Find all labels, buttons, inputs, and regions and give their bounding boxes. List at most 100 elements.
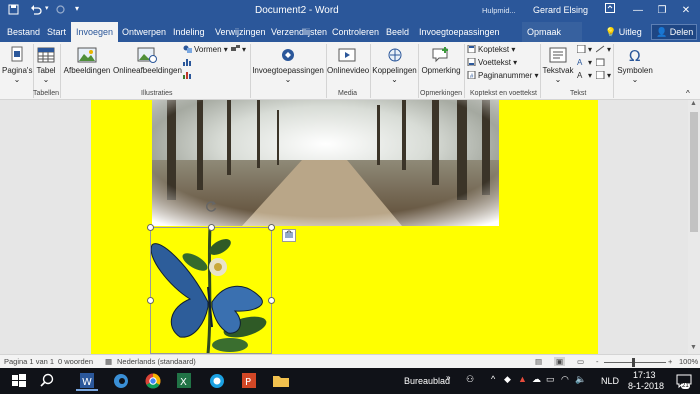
clock-time[interactable]: 17:13 bbox=[633, 370, 656, 380]
tab-invoegen[interactable]: Invoegen bbox=[71, 22, 119, 42]
edge-taskbar-icon[interactable] bbox=[110, 371, 132, 391]
zoom-in-button[interactable]: + bbox=[668, 357, 672, 366]
customize-qat-icon[interactable]: ▾ bbox=[75, 4, 79, 13]
language[interactable]: Nederlands (standaard) bbox=[117, 357, 196, 366]
zoom-level[interactable]: 100% bbox=[679, 357, 698, 366]
close-button[interactable]: ✕ bbox=[672, 0, 700, 22]
comment-button[interactable]: Opmerking bbox=[420, 46, 462, 75]
resize-handle[interactable] bbox=[147, 224, 154, 231]
table-button[interactable]: Tabel ⌄ bbox=[35, 46, 57, 84]
zoom-slider-thumb[interactable] bbox=[632, 358, 635, 367]
svg-text:A: A bbox=[577, 71, 583, 79]
pictures-button[interactable]: Afbeeldingen bbox=[62, 46, 112, 75]
header-label: Koptekst bbox=[478, 45, 510, 54]
resize-handle[interactable] bbox=[268, 224, 275, 231]
online-pictures-button[interactable]: Onlineafbeeldingen bbox=[113, 46, 182, 75]
online-video-button[interactable]: Onlinevideo bbox=[327, 46, 369, 75]
file-explorer-taskbar-icon[interactable] bbox=[270, 371, 292, 391]
wifi-icon[interactable]: ◠ bbox=[561, 374, 569, 385]
ribbon-divider bbox=[418, 44, 419, 98]
onedrive-icon[interactable]: ☁ bbox=[532, 374, 541, 385]
page-count[interactable]: Pagina 1 van 1 bbox=[4, 357, 54, 366]
scroll-up-icon[interactable]: ▲ bbox=[690, 100, 697, 107]
dropcap-button[interactable]: A ▾ bbox=[577, 71, 592, 80]
vertical-scrollbar[interactable]: ▲ ▼ bbox=[688, 100, 700, 354]
document-canvas[interactable] bbox=[0, 100, 688, 354]
tab-invoegtoepassingen[interactable]: Invoegtoepassingen bbox=[414, 22, 505, 42]
save-icon[interactable] bbox=[8, 4, 19, 18]
pages-button[interactable]: Pagina's ⌄ bbox=[2, 46, 32, 84]
tab-start[interactable]: Start bbox=[42, 22, 71, 42]
tab-verzendlijsten[interactable]: Verzendlijsten bbox=[266, 22, 332, 42]
scroll-down-icon[interactable]: ▼ bbox=[690, 344, 697, 351]
resize-handle[interactable] bbox=[268, 297, 275, 304]
people-icon[interactable]: ⚇ bbox=[466, 374, 474, 385]
dropbox-icon[interactable]: ◆ bbox=[504, 374, 511, 385]
layout-options-icon[interactable] bbox=[282, 229, 296, 242]
desktop-toolbar-label[interactable]: Bureaublad bbox=[404, 376, 450, 386]
object-button[interactable]: ▾ bbox=[596, 71, 611, 80]
footer-button[interactable]: Voettekst ▾ bbox=[467, 58, 517, 67]
network-icon[interactable]: ▭ bbox=[546, 374, 555, 385]
chart-button[interactable] bbox=[183, 58, 194, 67]
online-picture-icon bbox=[137, 47, 157, 63]
svg-text:Ω: Ω bbox=[629, 47, 640, 64]
symbols-button[interactable]: Ω Symbolen ⌄ bbox=[616, 46, 654, 84]
print-layout-icon[interactable]: ▣ bbox=[554, 357, 566, 366]
scroll-thumb[interactable] bbox=[690, 112, 698, 232]
page-number-button[interactable]: # Paginanummer ▾ bbox=[467, 71, 539, 80]
word-taskbar-icon[interactable]: W bbox=[76, 371, 98, 391]
tab-verwijzingen[interactable]: Verwijzingen bbox=[210, 22, 271, 42]
zoom-slider[interactable] bbox=[604, 362, 666, 363]
tab-controleren[interactable]: Controleren bbox=[327, 22, 384, 42]
read-mode-icon[interactable]: ▤ bbox=[535, 357, 542, 366]
show-hidden-icons-icon[interactable]: ^ bbox=[491, 374, 495, 384]
tab-indeling[interactable]: Indeling bbox=[168, 22, 210, 42]
comment-icon bbox=[432, 47, 448, 63]
tab-opmaak[interactable]: Opmaak bbox=[522, 22, 582, 42]
quickparts-button[interactable]: ▾ bbox=[577, 45, 592, 54]
tab-ontwerpen[interactable]: Ontwerpen bbox=[117, 22, 171, 42]
clock-date[interactable]: 8-1-2018 bbox=[628, 381, 664, 391]
link-icon bbox=[388, 48, 401, 62]
datetime-button[interactable] bbox=[596, 58, 607, 67]
undo-icon[interactable] bbox=[30, 4, 42, 18]
collapse-ribbon-icon[interactable]: ^ bbox=[686, 89, 690, 98]
zoom-out-button[interactable]: - bbox=[596, 357, 599, 366]
tab-beeld[interactable]: Beeld bbox=[381, 22, 414, 42]
powerpoint-taskbar-icon[interactable]: P bbox=[238, 371, 260, 391]
screenshot-button[interactable] bbox=[183, 71, 194, 80]
tray-app-icon[interactable]: ▲ bbox=[518, 374, 527, 384]
tellme-search[interactable]: 💡 Uitleg bbox=[600, 22, 647, 42]
app-taskbar-icon[interactable] bbox=[206, 371, 228, 391]
word-count[interactable]: 0 woorden bbox=[58, 357, 93, 366]
proofing-icon[interactable]: ▦ bbox=[105, 357, 112, 366]
toolbar-expand-icon[interactable]: » bbox=[446, 373, 450, 382]
undo-dropdown-icon[interactable]: ▾ bbox=[45, 4, 49, 12]
signature-line-button[interactable]: ▾ bbox=[596, 45, 611, 54]
web-layout-icon[interactable]: ▭ bbox=[577, 357, 584, 366]
excel-taskbar-icon[interactable]: X bbox=[173, 371, 195, 391]
share-button[interactable]: 👤 Delen bbox=[651, 24, 697, 40]
wordart-button[interactable]: A ▾ bbox=[577, 58, 592, 67]
addins-button[interactable]: Invoegtoepassingen ⌄ bbox=[252, 46, 324, 84]
links-button[interactable]: Koppelingen ⌄ bbox=[372, 46, 417, 84]
redo-icon[interactable] bbox=[55, 4, 66, 18]
smartart-button[interactable]: ▾ bbox=[231, 45, 246, 54]
table-label: Tabel bbox=[36, 66, 56, 75]
tab-bestand[interactable]: Bestand bbox=[2, 22, 45, 42]
windows-start-icon[interactable] bbox=[9, 371, 31, 391]
volume-icon[interactable]: 🔈 bbox=[575, 374, 586, 385]
shapes-button[interactable]: Vormen ▾ bbox=[183, 45, 228, 54]
input-language[interactable]: NLD bbox=[601, 376, 619, 386]
rotate-handle-icon[interactable] bbox=[205, 200, 218, 213]
chrome-taskbar-icon[interactable] bbox=[142, 371, 164, 391]
resize-handle[interactable] bbox=[147, 297, 154, 304]
resize-handle[interactable] bbox=[208, 224, 215, 231]
ribbon-display-icon[interactable] bbox=[596, 0, 624, 22]
user-name[interactable]: Gerard Elsing bbox=[533, 5, 588, 15]
textbox-button[interactable]: Tekstvak ⌄ bbox=[542, 46, 574, 84]
document-page[interactable] bbox=[91, 100, 598, 354]
search-icon[interactable] bbox=[37, 371, 59, 391]
header-button[interactable]: Koptekst ▾ bbox=[467, 45, 515, 54]
